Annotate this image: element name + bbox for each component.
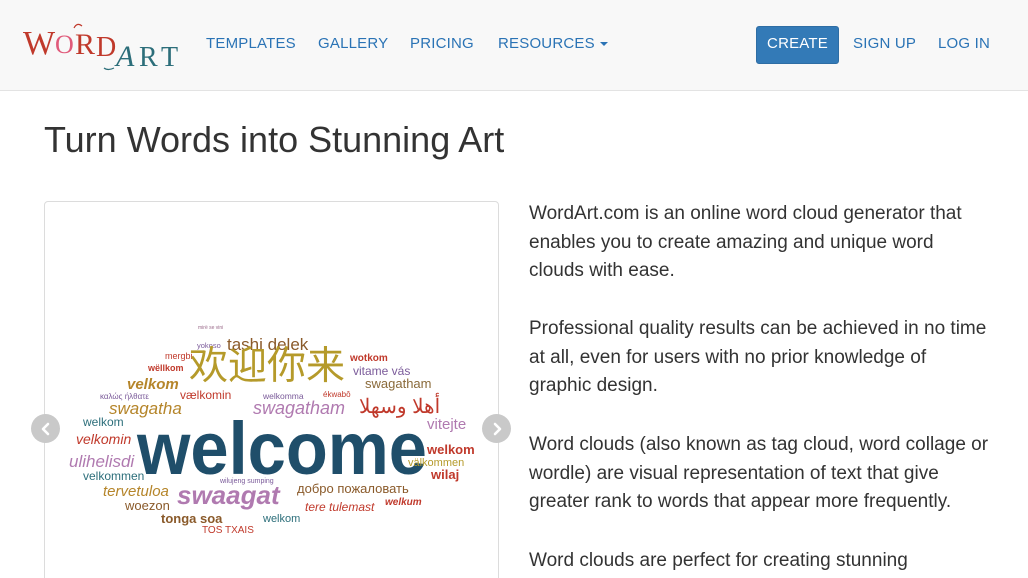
wordart-logo[interactable]: W O R D A R T [22, 20, 187, 72]
sign-up-link[interactable]: SIGN UP [853, 35, 916, 52]
svg-text:W: W [23, 25, 56, 62]
cloud-word: wotkom [349, 353, 388, 364]
nav-resources-dropdown[interactable]: RESOURCES [498, 35, 608, 52]
carousel-card: mirë se vini yokoso tashi delek mergbi 欢… [44, 201, 499, 578]
cloud-word: swagatham [365, 376, 431, 391]
nav-templates[interactable]: TEMPLATES [206, 35, 296, 52]
cloud-word: welkom [426, 442, 475, 457]
quality-paragraph: Professional quality results can be achi… [529, 318, 987, 396]
cloud-word: tonga soa [161, 511, 223, 526]
svg-text:D: D [96, 32, 116, 63]
definition-paragraph: Word clouds (also known as tag cloud, wo… [529, 434, 989, 512]
cloud-word: добро пожаловать [297, 481, 409, 496]
cloud-word: mirë se vini [198, 325, 223, 331]
cloud-word: velkommen [83, 469, 144, 483]
cloud-word: swaagat [177, 480, 281, 510]
cloud-word: welkum [385, 497, 422, 508]
cloud-word: TOS TXAIS [202, 525, 254, 534]
usage-paragraph: Word clouds are perfect for creating stu… [529, 550, 908, 571]
cloud-word: velkom [127, 376, 179, 393]
cloud-word: tere tulemast [305, 500, 375, 514]
cloud-word: welcome [136, 407, 427, 490]
svg-text:R: R [139, 42, 158, 72]
carousel-prev-button[interactable] [31, 414, 60, 443]
top-navbar: W O R D A R T TEMPLATES GALLERY PRICING … [0, 0, 1028, 91]
svg-text:O: O [55, 30, 74, 59]
svg-text:T: T [161, 42, 178, 72]
svg-text:A: A [114, 40, 135, 72]
page-title: Turn Words into Stunning Art [44, 119, 505, 160]
carousel-next-button[interactable] [482, 414, 511, 443]
intro-paragraph: WordArt.com is an online word cloud gene… [529, 203, 962, 281]
chevron-left-icon [41, 422, 49, 435]
nav-pricing[interactable]: PRICING [410, 35, 474, 52]
create-button[interactable]: CREATE [756, 26, 839, 64]
cloud-word: welkom [262, 513, 300, 525]
cloud-word: welkom [82, 415, 124, 429]
cloud-word: velkomin [76, 431, 131, 447]
log-in-link[interactable]: LOG IN [938, 35, 990, 52]
cloud-word: wilaj [430, 467, 459, 482]
chevron-right-icon [493, 422, 501, 435]
cloud-word: 欢迎你来 [189, 345, 345, 388]
svg-text:R: R [75, 28, 95, 61]
caret-down-icon [599, 42, 608, 47]
cloud-word: vitejte [427, 416, 466, 433]
cloud-word: vælkomin [180, 388, 231, 402]
cloud-word: wëllkom [147, 363, 184, 373]
word-cloud-image: mirë se vini yokoso tashi delek mergbi 欢… [69, 325, 475, 534]
nav-gallery[interactable]: GALLERY [318, 35, 388, 52]
nav-resources-label: RESOURCES [498, 35, 595, 52]
